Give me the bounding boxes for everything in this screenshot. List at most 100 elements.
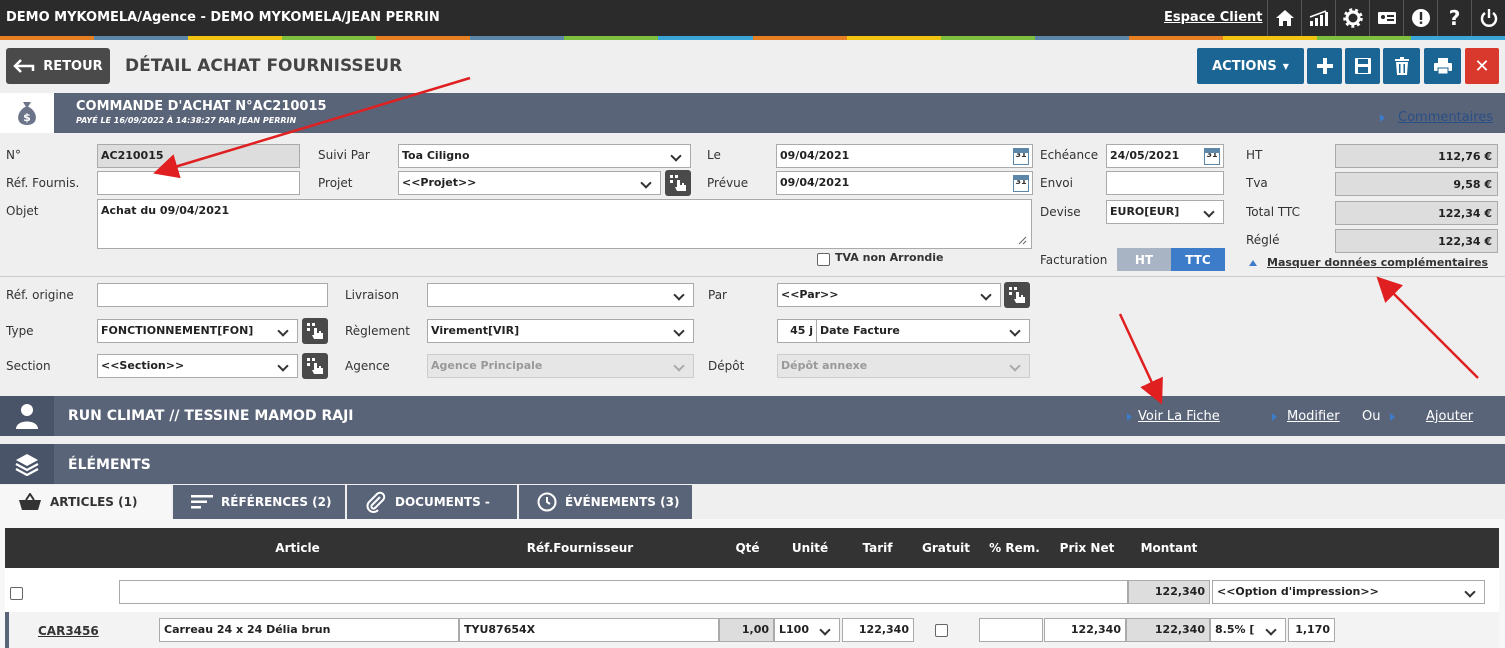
total-montant: 122,340 [1128, 580, 1210, 604]
actions-button[interactable]: ACTIONS ▼ [1197, 48, 1304, 84]
section-picker-button[interactable] [302, 353, 328, 379]
par-picker-button[interactable] [1004, 282, 1030, 308]
color-stripe [0, 36, 1505, 40]
designation-field[interactable]: Carreau 24 x 24 Délia brun [159, 618, 459, 642]
type-picker-button[interactable] [302, 318, 328, 344]
add-button[interactable] [1307, 48, 1342, 84]
ttc-label: Total TTC [1246, 205, 1300, 219]
tab-articles[interactable]: ARTICLES (1) [0, 485, 171, 519]
chart-icon[interactable] [1301, 0, 1335, 36]
calendar-icon[interactable]: 31 [1013, 175, 1029, 192]
close-button[interactable]: ✕ [1465, 48, 1499, 84]
stripe-segment [1034, 36, 1129, 40]
le-label: Le [707, 148, 721, 162]
qte-field[interactable]: 1,00 [719, 618, 774, 642]
section-select[interactable]: <<Section>> [97, 354, 298, 378]
objet-textarea[interactable]: Achat du 09/04/2021 [97, 199, 1032, 249]
power-icon[interactable] [1471, 0, 1505, 36]
resize-handle-icon[interactable] [1017, 235, 1027, 245]
home-icon[interactable] [1267, 0, 1301, 36]
alert-icon[interactable] [1403, 0, 1437, 36]
le-date-field[interactable]: 09/04/2021 31 [776, 144, 1033, 168]
prevue-date-field[interactable]: 09/04/2021 31 [776, 171, 1033, 195]
tab-evenements[interactable]: ÉVÉNEMENTS (3) [519, 485, 692, 519]
delai-mode-select[interactable]: Date Facture [816, 319, 1030, 343]
tab-evenements-label: ÉVÉNEMENTS (3) [565, 495, 680, 509]
tab-documents[interactable]: DOCUMENTS - [347, 485, 517, 519]
arrow-up-icon [1249, 259, 1257, 266]
coef-field[interactable]: 1,170 [1288, 618, 1335, 642]
ref-origine-field[interactable] [97, 283, 328, 307]
user-icon [0, 396, 54, 436]
col-montant: Montant [1140, 540, 1198, 555]
stripe-segment [1222, 36, 1317, 40]
echeance-date-value: 24/05/2021 [1110, 149, 1180, 162]
elements-title: ÉLÉMENTS [68, 457, 151, 473]
espace-client-link[interactable]: Espace Client [1164, 10, 1262, 25]
par-select[interactable]: <<Par>> [777, 283, 1001, 307]
session-title: DEMO MYKOMELA/Agence - DEMO MYKOMELA/JEA… [6, 10, 440, 25]
ajouter-link[interactable]: Ajouter [1426, 409, 1473, 424]
ou-text: Ou [1362, 409, 1381, 424]
delai-field[interactable]: 45 j [777, 319, 817, 343]
tva-select[interactable]: 8.5% [ [1210, 618, 1286, 642]
gear-icon[interactable] [1335, 0, 1369, 36]
ref-fournis-label: Réf. Fournis. [6, 176, 80, 190]
facturation-ttc-toggle[interactable]: TTC [1171, 248, 1225, 271]
type-select[interactable]: FONCTIONNEMENT[FON] [97, 319, 298, 343]
article-code-link[interactable]: CAR3456 [38, 624, 99, 638]
elements-bar: ÉLÉMENTS [0, 444, 1505, 484]
devise-select[interactable]: EURO[EUR] [1106, 200, 1224, 224]
suivi-select[interactable]: Toa Ciligno [398, 144, 691, 168]
projet-select[interactable]: <<Projet>> [398, 171, 661, 195]
card-icon[interactable] [1369, 0, 1403, 36]
voir-fiche-link[interactable]: Voir La Fiche [1138, 409, 1220, 424]
tab-references[interactable]: RÉFÉRENCES (2) [173, 485, 345, 519]
reglement-select[interactable]: Virement[VIR] [427, 319, 694, 343]
stripe-segment [376, 36, 471, 40]
stripe-segment [658, 36, 753, 40]
facturation-label: Facturation [1040, 253, 1108, 267]
gratuit-checkbox[interactable] [935, 624, 948, 637]
prix-net-field[interactable]: 122,340 [1044, 618, 1126, 642]
col-article: Article [275, 540, 320, 555]
envoi-label: Envoi [1040, 176, 1073, 190]
stripe-segment [564, 36, 659, 40]
col-unite: Unité [791, 540, 829, 555]
print-button[interactable] [1424, 48, 1461, 84]
commande-subtitle: PAYÉ LE 16/09/2022 À 14:38:27 PAR JEAN P… [76, 116, 297, 125]
tab-references-label: RÉFÉRENCES (2) [221, 495, 332, 509]
remise-field[interactable] [979, 618, 1043, 642]
ref-fournis-field[interactable] [97, 171, 300, 195]
plus-icon [1316, 58, 1333, 74]
objet-label: Objet [6, 204, 39, 218]
unite-select[interactable]: L100 [774, 618, 840, 642]
facturation-ht-toggle[interactable]: HT [1117, 248, 1171, 271]
select-all-checkbox[interactable] [10, 587, 23, 600]
projet-label: Projet [318, 176, 353, 190]
help-icon[interactable]: ? [1437, 0, 1471, 36]
calendar-icon[interactable]: 31 [1013, 148, 1029, 165]
commentaires-link[interactable]: Commentaires [1398, 110, 1493, 125]
envoi-field[interactable] [1106, 171, 1224, 195]
arrow-right-icon [1127, 412, 1132, 421]
top-bar: DEMO MYKOMELA/Agence - DEMO MYKOMELA/JEA… [0, 0, 1505, 36]
regle-amount: 122,34 € [1335, 229, 1498, 253]
col-qte: Qté [735, 540, 760, 555]
back-button[interactable]: RETOUR [6, 48, 110, 84]
basket-icon [19, 493, 41, 510]
echeance-date-field[interactable]: 24/05/2021 31 [1106, 144, 1224, 168]
tarif-field[interactable]: 122,340 [842, 618, 914, 642]
regle-label: Réglé [1246, 233, 1280, 247]
livraison-select[interactable] [427, 283, 694, 307]
projet-picker-button[interactable] [665, 170, 691, 196]
modifier-link[interactable]: Modifier [1287, 409, 1340, 424]
save-button[interactable] [1345, 48, 1380, 84]
calendar-icon[interactable]: 31 [1204, 148, 1220, 165]
masquer-link[interactable]: Masquer données complémentaires [1267, 256, 1488, 269]
ref-fournisseur-field[interactable]: TYU87654X [459, 618, 719, 642]
global-designation-field[interactable] [119, 580, 1128, 604]
tva-arrondie-checkbox[interactable] [817, 253, 830, 266]
delete-button[interactable] [1383, 48, 1420, 84]
option-impression-select[interactable]: <<Option d'impression>> [1212, 580, 1485, 604]
